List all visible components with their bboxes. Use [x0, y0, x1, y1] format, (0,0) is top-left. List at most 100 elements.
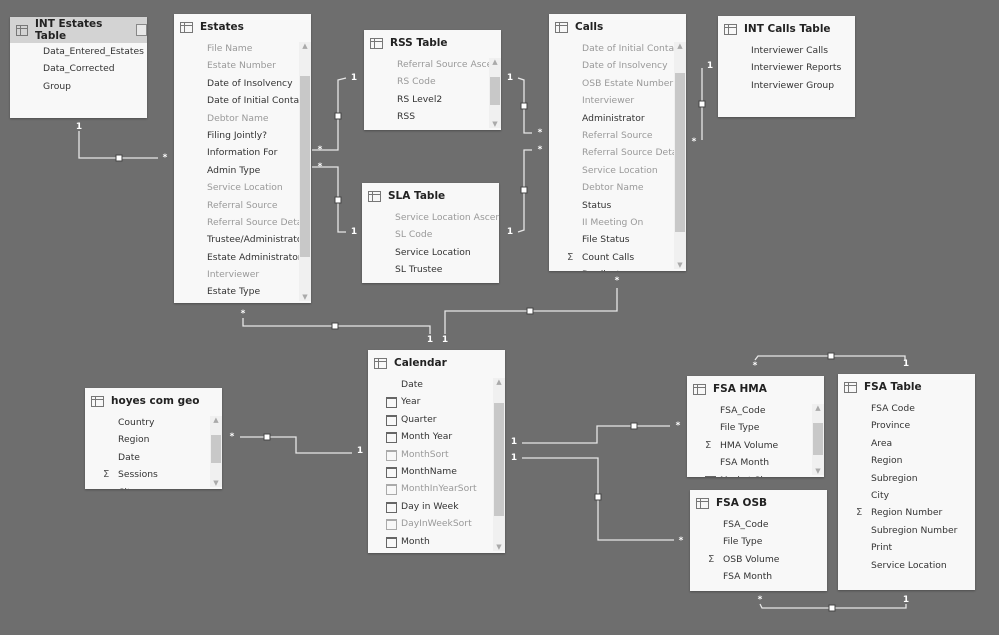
scroll-down-icon[interactable]: ▼	[674, 261, 686, 269]
field-item[interactable]: Trustee/Administratc	[174, 231, 311, 248]
field-item[interactable]: Print	[838, 539, 975, 556]
filter-direction-marker[interactable]	[698, 100, 706, 108]
scroll-up-icon[interactable]: ▲	[489, 58, 501, 66]
field-item[interactable]: File Type	[687, 419, 824, 436]
table-fsa-table[interactable]: FSA Table FSA Code Province Area Region Subre…	[838, 374, 975, 590]
field-item[interactable]: FSA_Code	[690, 516, 827, 533]
table-header[interactable]: RSS Table	[364, 30, 501, 56]
scroll-thumb[interactable]	[211, 434, 221, 464]
field-item[interactable]: MonthName	[368, 463, 505, 480]
field-item[interactable]: Debtor Name	[549, 179, 686, 196]
field-item[interactable]: Administrator	[549, 110, 686, 127]
scroll-down-icon[interactable]: ▼	[812, 467, 824, 475]
field-item[interactable]: Σ Sessions	[85, 466, 222, 483]
scroll-thumb[interactable]	[300, 75, 310, 258]
field-item[interactable]: Estate Administrator	[174, 249, 311, 266]
table-header[interactable]: Calls	[549, 14, 686, 40]
filter-direction-marker[interactable]	[520, 186, 528, 194]
scroll-down-icon[interactable]: ▼	[493, 543, 505, 551]
table-calendar[interactable]: Calendar Date Year Quarter Month Year MonthSo…	[368, 350, 505, 553]
field-item[interactable]: FSA_Code	[687, 402, 824, 419]
table-header[interactable]: hoyes com geo	[85, 388, 222, 414]
scroll-up-icon[interactable]: ▲	[210, 416, 222, 424]
table-calls[interactable]: Calls Date of Initial Contac Date of Insol…	[549, 14, 686, 271]
table-fsa-hma[interactable]: FSA HMA FSA_Code File Type Σ HMA Volume FSA M…	[687, 376, 824, 477]
field-item[interactable]: Estate Type	[174, 283, 311, 300]
table-header[interactable]: FSA HMA	[687, 376, 824, 402]
field-item[interactable]: Month Year	[368, 428, 505, 445]
scroll-up-icon[interactable]: ▲	[674, 42, 686, 50]
field-item[interactable]: SL Code	[362, 226, 499, 243]
filter-direction-marker[interactable]	[334, 196, 342, 204]
table-int-estates[interactable]: INT Estates Table Data_Entered_Estates Dat…	[10, 17, 147, 118]
field-item[interactable]: RS Level2	[364, 91, 501, 108]
field-item[interactable]: File Name	[174, 40, 311, 57]
field-item[interactable]: City	[838, 487, 975, 504]
field-item[interactable]: II Meeting On	[549, 214, 686, 231]
field-item[interactable]: Data_Corrected	[10, 60, 147, 77]
field-item[interactable]: Debtor Name	[174, 110, 311, 127]
field-item[interactable]: Estate Number	[174, 57, 311, 74]
field-item[interactable]: Service Location	[362, 244, 499, 261]
scrollbar[interactable]: ▲ ▼	[210, 416, 222, 487]
field-item[interactable]: Service Location	[549, 162, 686, 179]
scroll-down-icon[interactable]: ▼	[210, 479, 222, 487]
field-item[interactable]: Year	[368, 393, 505, 410]
field-item[interactable]: Date	[368, 376, 505, 393]
field-item[interactable]: Province	[838, 417, 975, 434]
scroll-down-icon[interactable]: ▼	[299, 293, 311, 301]
field-item[interactable]: Month	[368, 533, 505, 550]
field-item[interactable]: SL Trustee	[362, 261, 499, 278]
relationship-line[interactable]	[522, 425, 670, 444]
scrollbar[interactable]: ▲ ▼	[493, 378, 505, 551]
scroll-up-icon[interactable]: ▲	[299, 42, 311, 50]
table-header[interactable]: FSA OSB	[690, 490, 827, 516]
field-item[interactable]: Subregion Number	[838, 522, 975, 539]
field-item[interactable]: ΣCount Estates	[174, 301, 311, 303]
field-item[interactable]: Date of Insolvency	[549, 57, 686, 74]
field-item[interactable]: File Status	[549, 231, 686, 248]
field-item[interactable]: Subregion	[838, 470, 975, 487]
field-item[interactable]: Referral Source Deta	[174, 214, 311, 231]
scroll-thumb[interactable]	[813, 422, 823, 455]
table-estates[interactable]: Estates File Name Estate Number Date of Ins…	[174, 14, 311, 303]
filter-direction-marker[interactable]	[594, 493, 602, 501]
field-item[interactable]: Σ OSB Volume	[690, 551, 827, 568]
field-item[interactable]: Date	[85, 449, 222, 466]
field-item[interactable]: Date of Insolvency	[174, 75, 311, 92]
scrollbar[interactable]: ▲ ▼	[299, 42, 311, 301]
field-item[interactable]: Interviewer Reports	[718, 59, 855, 76]
table-header[interactable]: SLA Table	[362, 183, 499, 209]
collapse-button[interactable]	[135, 24, 147, 36]
filter-direction-marker[interactable]	[520, 102, 528, 110]
field-item[interactable]: Week	[368, 550, 505, 554]
field-item[interactable]: Σ Count Calls	[549, 249, 686, 266]
field-item[interactable]: RSS	[364, 108, 501, 125]
scrollbar[interactable]: ▲ ▼	[674, 42, 686, 269]
relationship-line[interactable]	[240, 436, 352, 454]
scroll-up-icon[interactable]: ▲	[812, 404, 824, 412]
field-item[interactable]: Service Location	[174, 179, 311, 196]
field-item[interactable]: Day in Week	[368, 498, 505, 515]
field-item[interactable]: Σ Region Number	[838, 504, 975, 521]
field-item[interactable]: Interviewer Group	[718, 77, 855, 94]
field-item[interactable]: Referral Source	[549, 127, 686, 144]
filter-direction-marker[interactable]	[263, 433, 271, 441]
field-item[interactable]: Admin Type	[174, 162, 311, 179]
scroll-up-icon[interactable]: ▲	[493, 378, 505, 386]
field-item[interactable]: FSA Month	[690, 568, 827, 585]
field-item[interactable]: Area	[838, 435, 975, 452]
field-item[interactable]: RS Code	[364, 73, 501, 90]
field-item[interactable]: Country	[85, 414, 222, 431]
scroll-thumb[interactable]	[675, 72, 685, 232]
filter-direction-marker[interactable]	[828, 604, 836, 612]
scroll-thumb[interactable]	[494, 403, 504, 516]
filter-direction-marker[interactable]	[334, 112, 342, 120]
table-rss[interactable]: RSS Table Referral Source Asce RS Code RS L…	[364, 30, 501, 130]
field-item[interactable]: Region	[838, 452, 975, 469]
field-item[interactable]: Region	[85, 431, 222, 448]
field-item[interactable]: RS Website	[364, 126, 501, 130]
table-header[interactable]: Calendar	[368, 350, 505, 376]
filter-direction-marker[interactable]	[115, 154, 123, 162]
filter-direction-marker[interactable]	[827, 352, 835, 360]
